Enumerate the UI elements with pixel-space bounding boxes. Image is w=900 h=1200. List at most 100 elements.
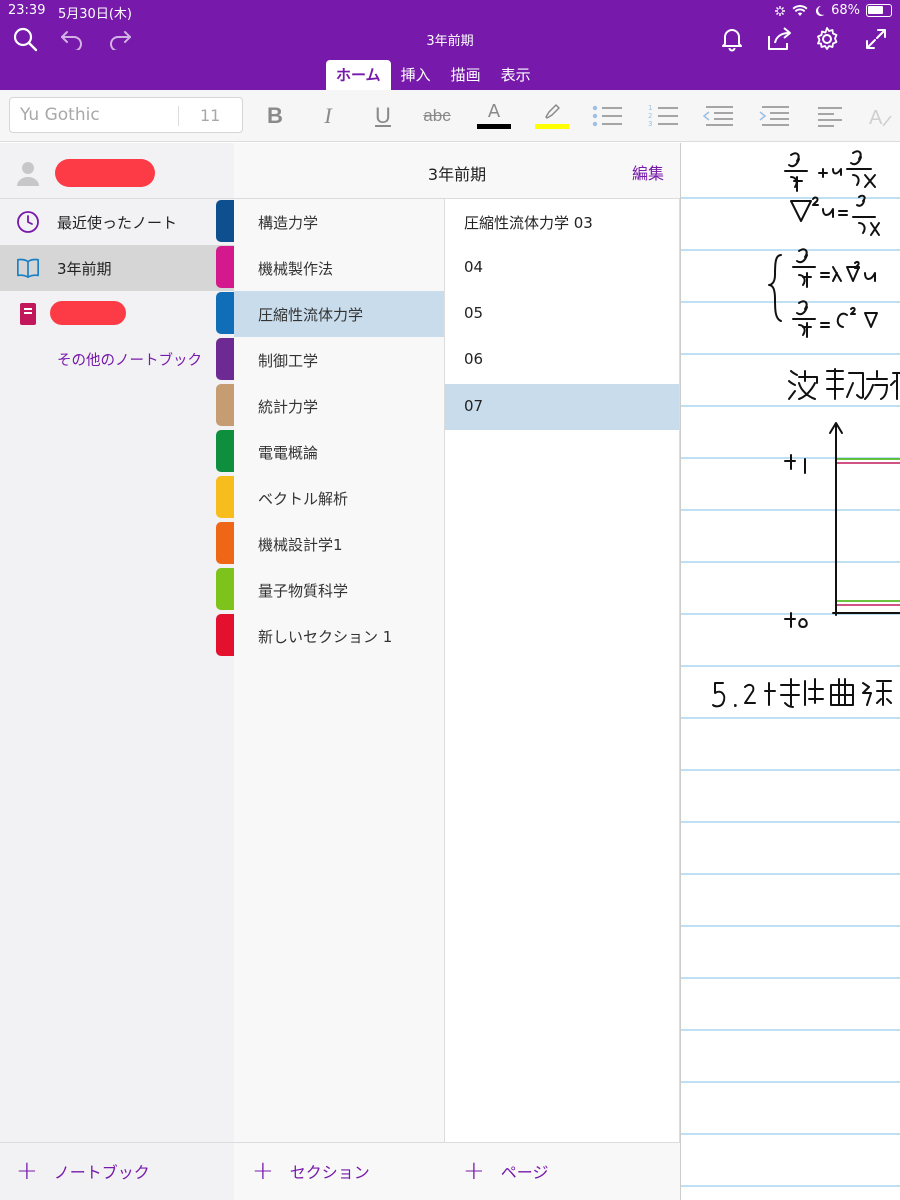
font-color-glyph: A bbox=[487, 101, 501, 122]
expand-icon[interactable] bbox=[861, 24, 891, 54]
notebook-item-redacted[interactable] bbox=[0, 291, 234, 337]
section-label: 統計力学 bbox=[258, 398, 319, 416]
tab-view[interactable]: 表示 bbox=[491, 60, 541, 90]
section-item[interactable]: 圧縮性流体力学 bbox=[234, 291, 444, 337]
font-color-swatch bbox=[477, 124, 511, 129]
section-label: ベクトル解析 bbox=[258, 490, 349, 508]
section-tab-color[interactable] bbox=[216, 430, 234, 472]
status-indicators: 68% bbox=[774, 3, 892, 18]
add-section-label: セクション bbox=[289, 1163, 370, 1182]
page-item[interactable]: 04 bbox=[445, 245, 679, 291]
share-icon[interactable] bbox=[764, 24, 794, 54]
format-toolbar: Yu Gothic 11 B I U abc A 123 A bbox=[0, 90, 900, 142]
pages-panel: 圧縮性流体力学 03 04 05 06 07 + ページ bbox=[445, 199, 680, 1200]
tab-draw[interactable]: 描画 bbox=[441, 60, 491, 90]
font-divider bbox=[178, 106, 179, 126]
section-label: 新しいセクション 1 bbox=[258, 628, 393, 646]
redacted-account-name bbox=[55, 159, 155, 187]
sections-panel: 構造力学 機械製作法 圧縮性流体力学 制御工学 統計力学 電電概論 ベクトル解析… bbox=[234, 199, 445, 1200]
page-item[interactable]: 圧縮性流体力学 03 bbox=[445, 199, 679, 245]
increase-indent-button[interactable] bbox=[756, 100, 792, 132]
app-header: 23:39 5月30日(木) 68% 3年前期 ホーム 挿入 描画 表示 bbox=[0, 0, 900, 90]
page-item[interactable]: 06 bbox=[445, 337, 679, 383]
section-item[interactable]: 制御工学 bbox=[234, 337, 444, 383]
notebook-item-3nen-zenki[interactable]: 3年前期 bbox=[0, 245, 234, 291]
svg-text:2: 2 bbox=[648, 112, 652, 120]
notebook-label: 最近使ったノート bbox=[57, 214, 178, 232]
section-item[interactable]: ベクトル解析 bbox=[234, 475, 444, 521]
bullet-list-button[interactable] bbox=[589, 100, 625, 132]
wifi-icon bbox=[792, 4, 808, 16]
section-tab-color[interactable] bbox=[216, 246, 234, 288]
avatar bbox=[17, 162, 39, 186]
page-canvas[interactable] bbox=[680, 143, 900, 1200]
section-item[interactable]: 新しいセクション 1 bbox=[234, 613, 444, 659]
highlight-button[interactable] bbox=[534, 100, 570, 132]
italic-button[interactable]: I bbox=[310, 100, 346, 132]
section-item[interactable]: 構造力学 bbox=[234, 199, 444, 245]
section-tab-color[interactable] bbox=[216, 568, 234, 610]
section-item[interactable]: 機械製作法 bbox=[234, 245, 444, 291]
font-color-button[interactable]: A bbox=[476, 100, 512, 132]
activity-icon bbox=[775, 5, 786, 16]
page-item[interactable]: 07 bbox=[445, 384, 679, 430]
status-time: 23:39 bbox=[8, 3, 46, 18]
numbered-list-button[interactable]: 123 bbox=[645, 100, 681, 132]
font-size-field[interactable]: 11 bbox=[200, 106, 220, 125]
outdent-icon bbox=[702, 106, 733, 126]
plus-icon: + bbox=[252, 1156, 274, 1186]
page-label: 05 bbox=[464, 304, 484, 322]
bullet-list-icon bbox=[592, 105, 622, 127]
section-tab-color[interactable] bbox=[216, 522, 234, 564]
svg-text:1: 1 bbox=[648, 104, 652, 112]
section-item[interactable]: 機械設計学1 bbox=[234, 521, 444, 567]
tab-home[interactable]: ホーム bbox=[326, 60, 391, 90]
tab-insert[interactable]: 挿入 bbox=[391, 60, 441, 90]
notebook-label: 3年前期 bbox=[57, 260, 112, 278]
plus-icon: + bbox=[463, 1156, 485, 1186]
align-button[interactable] bbox=[812, 100, 848, 132]
add-page-button[interactable]: + ページ bbox=[463, 1156, 548, 1186]
underline-button[interactable]: U bbox=[365, 100, 401, 132]
section-item[interactable]: 統計力学 bbox=[234, 383, 444, 429]
section-label: 機械製作法 bbox=[258, 260, 334, 278]
edit-button[interactable]: 編集 bbox=[632, 160, 664, 184]
battery-percent: 68% bbox=[831, 3, 860, 18]
section-item[interactable]: 電電概論 bbox=[234, 429, 444, 475]
page-label: 07 bbox=[464, 397, 484, 415]
battery-icon bbox=[866, 4, 892, 17]
section-tab-color[interactable] bbox=[216, 614, 234, 656]
add-section-button[interactable]: + セクション bbox=[252, 1156, 370, 1186]
strikethrough-button[interactable]: abc bbox=[419, 100, 455, 132]
font-name-field[interactable]: Yu Gothic bbox=[20, 105, 100, 125]
section-item[interactable]: 量子物質科学 bbox=[234, 567, 444, 613]
numbered-list-icon: 123 bbox=[648, 104, 678, 128]
section-tab-color[interactable] bbox=[216, 292, 234, 334]
svg-text:A: A bbox=[869, 107, 883, 128]
section-label: 量子物質科学 bbox=[258, 582, 349, 600]
section-label: 電電概論 bbox=[258, 444, 319, 462]
bell-icon[interactable] bbox=[717, 24, 747, 54]
font-picker[interactable]: Yu Gothic 11 bbox=[9, 97, 243, 133]
notebook-item-recent[interactable]: 最近使ったノート bbox=[0, 199, 234, 245]
account-row[interactable] bbox=[0, 143, 234, 199]
section-tab-color[interactable] bbox=[216, 476, 234, 518]
plus-icon: + bbox=[16, 1156, 38, 1186]
decrease-indent-button[interactable] bbox=[700, 100, 736, 132]
section-tab-color[interactable] bbox=[216, 200, 234, 242]
sections-header: 3年前期 編集 bbox=[234, 143, 680, 199]
redacted-notebook-name bbox=[50, 301, 126, 325]
page-item[interactable]: 05 bbox=[445, 291, 679, 337]
clear-format-icon: A bbox=[869, 107, 892, 128]
section-tab-color[interactable] bbox=[216, 384, 234, 426]
gear-icon[interactable] bbox=[812, 24, 842, 54]
add-notebook-button[interactable]: + ノートブック bbox=[16, 1156, 150, 1186]
section-tab-color[interactable] bbox=[216, 338, 234, 380]
notebook-heading: 3年前期 bbox=[427, 165, 487, 184]
more-notebooks-link[interactable]: その他のノートブック bbox=[57, 349, 202, 370]
section-label: 構造力学 bbox=[258, 214, 319, 232]
clear-format-button[interactable]: A bbox=[864, 100, 900, 132]
indent-icon bbox=[759, 106, 789, 126]
ribbon-tabs: ホーム 挿入 描画 表示 bbox=[326, 60, 541, 90]
bold-button[interactable]: B bbox=[257, 100, 293, 132]
